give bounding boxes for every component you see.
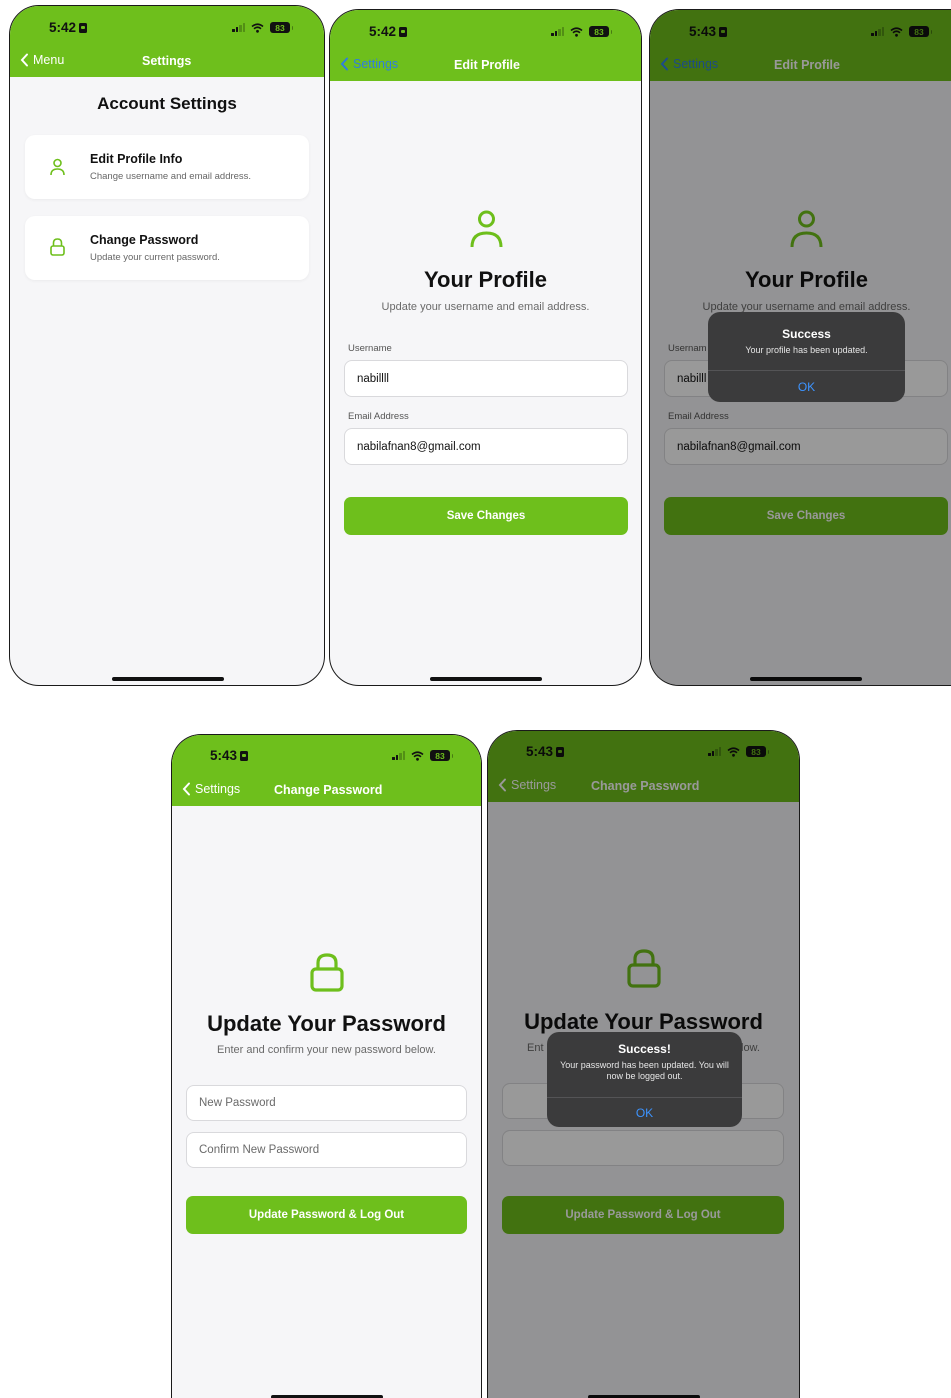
screen-lock-icon — [79, 22, 88, 33]
battery-icon: 83 — [589, 26, 612, 37]
wifi-icon — [251, 22, 264, 33]
alert-message: Your password has been updated. You will… — [560, 1060, 729, 1081]
page-title: Your Profile — [423, 267, 548, 292]
chevron-left-icon — [182, 782, 190, 796]
page-subtitle: Update your username and email address. — [381, 301, 590, 313]
nav-title: Edit Profile — [454, 58, 520, 72]
back-button[interactable]: Settings — [340, 57, 398, 71]
battery-icon: 83 — [270, 22, 293, 33]
back-button[interactable]: Settings — [182, 782, 240, 796]
phone-edit-profile: 5:42 83 Settings Edit Profile Your Profi… — [329, 9, 642, 686]
alert-ok-button[interactable]: OK — [708, 370, 905, 402]
battery-icon: 83 — [430, 750, 453, 761]
screen-lock-icon — [240, 750, 249, 761]
phone-settings: 5:42 83 Menu Settings Account Settings E… — [9, 5, 325, 686]
chevron-left-icon — [20, 53, 28, 67]
email-field[interactable]: nabilafnan8@gmail.com — [344, 428, 628, 465]
user-icon — [50, 158, 65, 176]
wifi-icon — [411, 750, 424, 761]
alert-title: Success! — [618, 1042, 671, 1056]
card-subtitle: Change username and email address. — [90, 171, 252, 182]
nav-title: Settings — [142, 54, 192, 68]
email-label: Email Address — [348, 411, 409, 422]
update-password-button[interactable]: Update Password & Log Out — [186, 1196, 467, 1234]
nav-header: 5:42 83 Menu Settings — [10, 6, 324, 77]
signal-icon — [551, 27, 564, 36]
lock-icon — [310, 953, 344, 992]
phone-edit-profile-success: 5:43 83 Settings Edit Profile Your Profi… — [649, 9, 951, 686]
edit-profile-card[interactable]: Edit Profile Info Change username and em… — [25, 135, 309, 199]
username-field[interactable]: nabillll — [344, 360, 628, 397]
nav-title: Change Password — [274, 783, 383, 797]
chevron-left-icon — [340, 57, 348, 71]
status-icons: 83 — [551, 26, 612, 37]
status-time: 5:42 — [49, 20, 88, 35]
card-title: Change Password — [90, 233, 199, 247]
nav-header: 5:42 83 Settings Edit Profile — [330, 10, 641, 81]
wifi-icon — [570, 26, 583, 37]
home-indicator — [430, 677, 542, 681]
status-icons: 83 — [232, 22, 293, 33]
new-password-field[interactable]: New Password — [186, 1085, 467, 1121]
username-label: Username — [348, 343, 392, 354]
status-time: 5:42 — [369, 24, 408, 39]
page-subtitle: Enter and confirm your new password belo… — [217, 1044, 436, 1056]
page-title: Account Settings — [97, 94, 237, 113]
signal-icon — [392, 751, 405, 760]
success-alert: Success Your profile has been updated. O… — [708, 312, 905, 402]
card-title: Edit Profile Info — [90, 152, 183, 166]
home-indicator — [112, 677, 224, 681]
status-icons: 83 — [392, 750, 453, 761]
alert-title: Success — [782, 327, 831, 341]
phone-change-password: 5:43 83 Settings Change Password Update … — [171, 734, 482, 1398]
phone-change-password-success: 5:43 83 Settings Change Password Update … — [487, 730, 800, 1398]
save-changes-button[interactable]: Save Changes — [344, 497, 628, 535]
lock-icon — [50, 238, 65, 256]
card-subtitle: Update your current password. — [90, 252, 220, 263]
success-alert: Success! Your password has been updated.… — [547, 1032, 742, 1127]
signal-icon — [232, 23, 245, 32]
screen-lock-icon — [399, 26, 408, 37]
alert-ok-button[interactable]: OK — [547, 1097, 742, 1127]
confirm-password-field[interactable]: Confirm New Password — [186, 1132, 467, 1168]
alert-message: Your profile has been updated. — [745, 345, 868, 355]
change-password-card[interactable]: Change Password Update your current pass… — [25, 216, 309, 280]
status-time: 5:43 — [210, 748, 249, 763]
back-button[interactable]: Menu — [20, 53, 64, 67]
page-title: Update Your Password — [207, 1011, 446, 1036]
nav-header: 5:43 83 Settings Change Password — [172, 735, 481, 806]
user-icon — [470, 210, 503, 248]
